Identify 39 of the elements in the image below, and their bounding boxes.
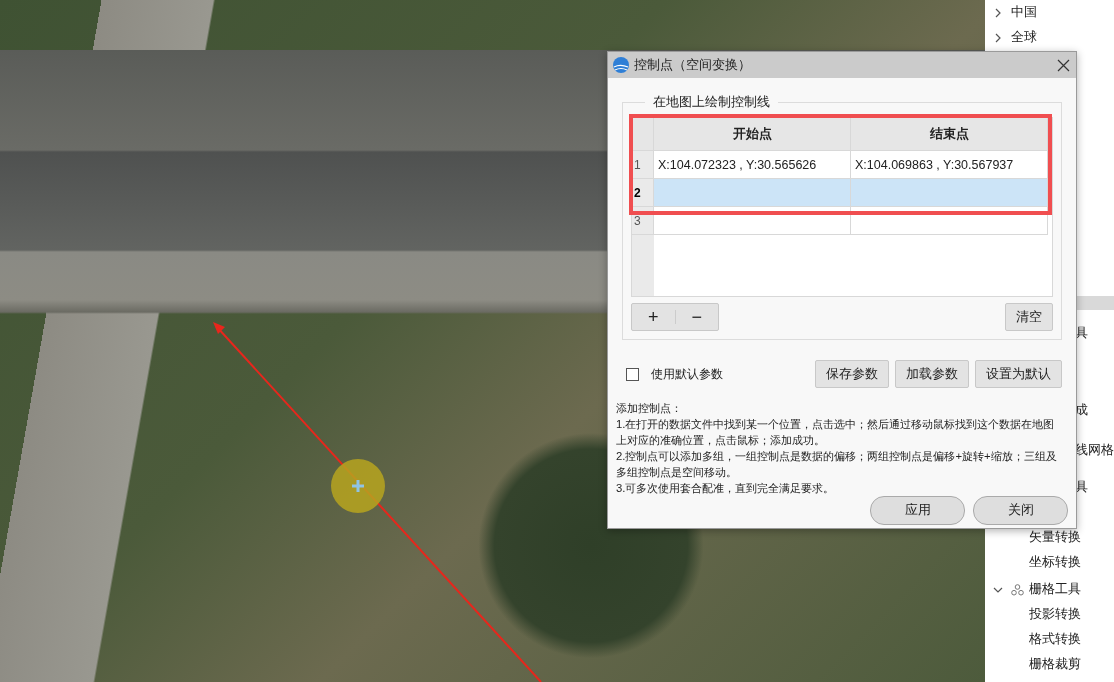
- chevron-right-icon[interactable]: [994, 32, 1002, 43]
- clear-button[interactable]: 清空: [1005, 303, 1053, 331]
- remove-button[interactable]: −: [675, 304, 718, 330]
- row-header-corner: [632, 118, 654, 151]
- app-logo-icon: [612, 56, 630, 74]
- apply-button[interactable]: 应用: [870, 496, 965, 525]
- window-title: 控制点（空间变换）: [634, 56, 752, 74]
- column-header[interactable]: 结束点: [851, 118, 1048, 151]
- tree-item[interactable]: 坐标转换: [1029, 554, 1081, 571]
- group-title: 在地图上绘制控制线: [652, 94, 771, 111]
- tree-item[interactable]: 中国: [1011, 4, 1037, 21]
- cluster-icon: [1011, 583, 1024, 596]
- param-button[interactable]: 加载参数: [895, 360, 969, 388]
- table-row[interactable]: 3: [632, 207, 1052, 235]
- param-button[interactable]: 保存参数: [815, 360, 889, 388]
- tree-item[interactable]: 成: [1075, 402, 1088, 419]
- table-cell: X:104.072323 , Y:30.565626: [654, 151, 851, 179]
- add-button[interactable]: +: [632, 304, 675, 330]
- param-button[interactable]: 设置为默认: [975, 360, 1062, 388]
- checkbox[interactable]: [626, 367, 639, 381]
- table-row[interactable]: 2: [632, 179, 1052, 207]
- tree-item[interactable]: 具: [1075, 479, 1088, 496]
- close-button[interactable]: 关闭: [973, 496, 1068, 525]
- tree-item[interactable]: 栅格工具: [1029, 581, 1081, 598]
- column-header[interactable]: 开始点: [654, 118, 851, 151]
- add-remove-control[interactable]: + −: [631, 303, 719, 331]
- tree-item[interactable]: 栅格裁剪: [1029, 656, 1081, 673]
- instructions-text: 添加控制点： 1.在打开的数据文件中找到某一个位置，点击选中；然后通过移动鼠标找到这个数据在地图上对应的准确位置，点击鼠标；添加成功。 2.控制点可以添加多组，一组控制点是数据的偏移；两组控制点是偏移+旋转+缩放；三组及多组控制点是空间移动。 3.可多次使用套合配准，直到完全满足要求。: [616, 401, 1058, 496]
- close-icon[interactable]: [1057, 58, 1070, 72]
- table-row[interactable]: 1 X:104.072323 , Y:30.565626 X:104.069863 , Y:30.567937: [632, 151, 1052, 179]
- tree-item[interactable]: 全球: [1011, 29, 1037, 46]
- tree-item[interactable]: 投影转换: [1029, 606, 1081, 623]
- marker-icon: [331, 459, 385, 513]
- checkbox-label[interactable]: 使用默认参数: [651, 365, 723, 383]
- chevron-right-icon[interactable]: [994, 7, 1002, 18]
- tree-item[interactable]: 格式转换: [1029, 631, 1081, 648]
- tree-item[interactable]: 矢量转换: [1029, 529, 1081, 546]
- tree-item[interactable]: 具: [1075, 325, 1088, 342]
- chevron-down-icon[interactable]: [993, 585, 1003, 594]
